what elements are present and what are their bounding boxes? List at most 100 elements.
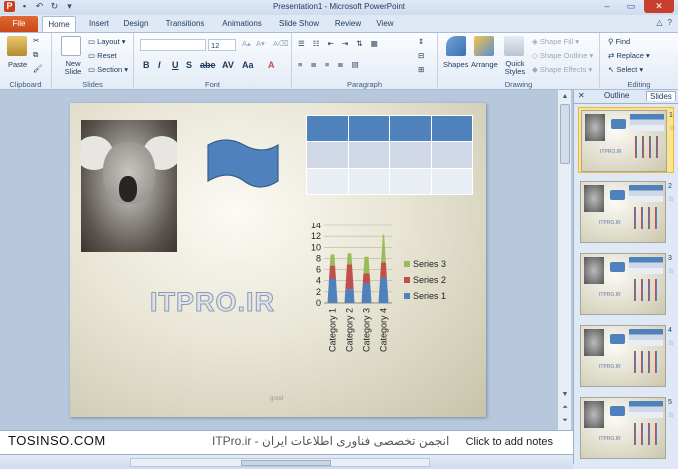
clear-formatting-icon[interactable]: A⌫ (273, 39, 289, 48)
list-buttons-row[interactable]: ☰ ☷ ⇤ ⇥ ⇅ ▦ (298, 39, 381, 48)
tab-slide-show[interactable]: Slide Show (275, 16, 323, 32)
shrink-font-icon[interactable]: A▾ (256, 39, 265, 48)
italic-icon[interactable]: I (158, 60, 161, 70)
scroll-down-icon[interactable]: ▼ (560, 390, 570, 400)
font-name-input[interactable] (140, 39, 206, 51)
quick-styles-button[interactable]: Quick Styles (502, 60, 528, 76)
clipboard-label: Clipboard (9, 80, 42, 89)
x-tick-label: Category 1 (328, 308, 338, 352)
tab-home[interactable]: Home (42, 16, 76, 32)
char-spacing-icon[interactable]: AV (222, 60, 234, 70)
maximize-button[interactable]: ▭ (620, 0, 642, 13)
thumb-chart (629, 207, 659, 229)
slide-editing-area[interactable]: 0 2 4 6 8 10 12 14 Category 1 Category 2 Category … (0, 90, 573, 430)
close-button[interactable]: ✕ (644, 0, 674, 13)
quick-styles-icon[interactable] (504, 36, 524, 56)
y-tick-label: 6 (316, 265, 321, 275)
wordart-text[interactable]: ITPRO.IR (149, 287, 275, 318)
minimize-ribbon-icon[interactable]: △ (656, 18, 662, 27)
smartart-icon[interactable]: ⊞ (418, 65, 424, 74)
thumb-chart (629, 279, 659, 301)
tab-review[interactable]: Review (332, 16, 364, 32)
font-size-input[interactable]: 12 (208, 39, 236, 51)
thumb-flag (611, 119, 626, 129)
next-slide-icon[interactable]: ⏷ (560, 416, 570, 426)
font-color-icon[interactable]: A (268, 60, 275, 70)
legend-swatch (404, 277, 410, 283)
ribbon-tabs: File Home Insert Design Transitions Anim… (0, 15, 678, 32)
chart-bar-segment (329, 254, 336, 266)
slide-canvas[interactable]: 0 2 4 6 8 10 12 14 Category 1 Category 2 Category … (70, 103, 486, 417)
shape-fill-button[interactable]: ◈ Shape Fill ▾ (532, 37, 579, 46)
close-panel-icon[interactable]: ✕ (578, 91, 585, 100)
scroll-thumb[interactable] (560, 104, 570, 164)
select-button[interactable]: ↖ Select ▾ (608, 65, 643, 74)
minimize-button[interactable]: – (596, 0, 618, 13)
notes-placeholder[interactable]: Click to add notes (466, 436, 553, 448)
layout-button[interactable]: ▭ Layout ▾ (88, 37, 126, 46)
shapes-icon[interactable] (446, 36, 466, 56)
tab-view[interactable]: View (372, 16, 398, 32)
cut-icon[interactable]: ✂ (33, 36, 39, 45)
hscroll-thumb[interactable] (241, 460, 331, 466)
strikethrough-icon[interactable]: abe (200, 60, 216, 70)
underline-icon[interactable]: U (172, 60, 179, 70)
thumb-flag (610, 334, 625, 344)
paste-icon[interactable] (7, 36, 27, 56)
small-caption: good (270, 396, 284, 402)
tab-transitions[interactable]: Transitions (160, 16, 210, 32)
bold-icon[interactable]: B (143, 60, 150, 70)
align-text-icon[interactable]: ⊟ (418, 51, 424, 60)
shapes-button[interactable]: Shapes (443, 60, 468, 69)
scroll-up-icon[interactable]: ▲ (560, 92, 570, 102)
replace-button[interactable]: ⇄ Replace ▾ (608, 51, 650, 60)
copy-icon[interactable]: ⧉ (33, 50, 38, 60)
slide-table[interactable] (306, 114, 473, 196)
arrange-icon[interactable] (474, 36, 494, 56)
section-button[interactable]: ▭ Section ▾ (88, 65, 128, 74)
font-group: 12 A▴ A▾ A⌫ B I U S abe AV Aa A Font (134, 33, 292, 90)
wave-flag-shape[interactable] (206, 137, 282, 195)
prev-slide-icon[interactable]: ⏶ (560, 403, 570, 413)
tab-slides[interactable]: Slides (646, 91, 676, 101)
koala-picture[interactable] (81, 120, 177, 252)
star-icon: ☆ (668, 340, 675, 347)
format-painter-icon[interactable]: 🖌 (33, 64, 43, 73)
grow-font-icon[interactable]: A▴ (242, 39, 251, 48)
horizontal-scrollbar[interactable] (130, 458, 430, 467)
slide-thumbnail[interactable]: ITPRO.IR 1 ☆ (578, 107, 675, 173)
slide-thumbnail[interactable]: ITPRO.IR 5 ☆ (578, 395, 674, 461)
chart-bar-segment (381, 234, 386, 263)
legend-entry: Series 3 (413, 259, 446, 269)
shadow-icon[interactable]: S (186, 60, 192, 70)
slide-thumbnail[interactable]: ITPRO.IR 3 ☆ (578, 251, 674, 317)
find-button[interactable]: ⚲ Find (608, 37, 630, 46)
thumb-chart (630, 136, 660, 158)
slide-thumbnail[interactable]: ITPRO.IR 4 ☆ (578, 323, 674, 389)
tab-file[interactable]: File (0, 16, 38, 32)
tab-outline[interactable]: Outline (604, 91, 629, 100)
vertical-scrollbar[interactable]: ▲ ▼ ⏶ ⏷ (557, 90, 571, 430)
tab-insert[interactable]: Insert (84, 16, 114, 32)
watermark-left: TOSINSO.COM (8, 433, 106, 448)
reset-button[interactable]: ▭ Reset (88, 51, 117, 60)
tab-animations[interactable]: Animations (218, 16, 266, 32)
slide-number: 4 (668, 327, 672, 334)
help-icon[interactable]: ? (668, 18, 672, 27)
tab-design[interactable]: Design (120, 16, 152, 32)
text-direction-icon[interactable]: ⇕ (418, 37, 424, 46)
slide-thumbnail[interactable]: ITPRO.IR 2 ☆ (578, 179, 674, 245)
y-tick-label: 12 (311, 231, 321, 241)
clipboard-group: Paste ✂ ⧉ 🖌 Clipboard (0, 33, 52, 90)
new-slide-button[interactable]: New Slide (60, 60, 86, 76)
shape-effects-button[interactable]: ◆ Shape Effects ▾ (532, 65, 592, 74)
koala-nose (119, 176, 137, 202)
thumbnail-preview: ITPRO.IR (580, 325, 666, 387)
new-slide-icon[interactable] (61, 36, 81, 56)
align-buttons-row[interactable]: ≡ ≣ ≡ ≣ ▤ (298, 60, 362, 69)
arrange-button[interactable]: Arrange (471, 60, 498, 69)
shape-outline-button[interactable]: ◇ Shape Outline ▾ (532, 51, 593, 60)
paste-button[interactable]: Paste (8, 60, 27, 69)
change-case-icon[interactable]: Aa (242, 60, 254, 70)
stacked-bar-chart[interactable]: 0246 8101214 Category 1 Category 2 Category … (310, 223, 450, 373)
